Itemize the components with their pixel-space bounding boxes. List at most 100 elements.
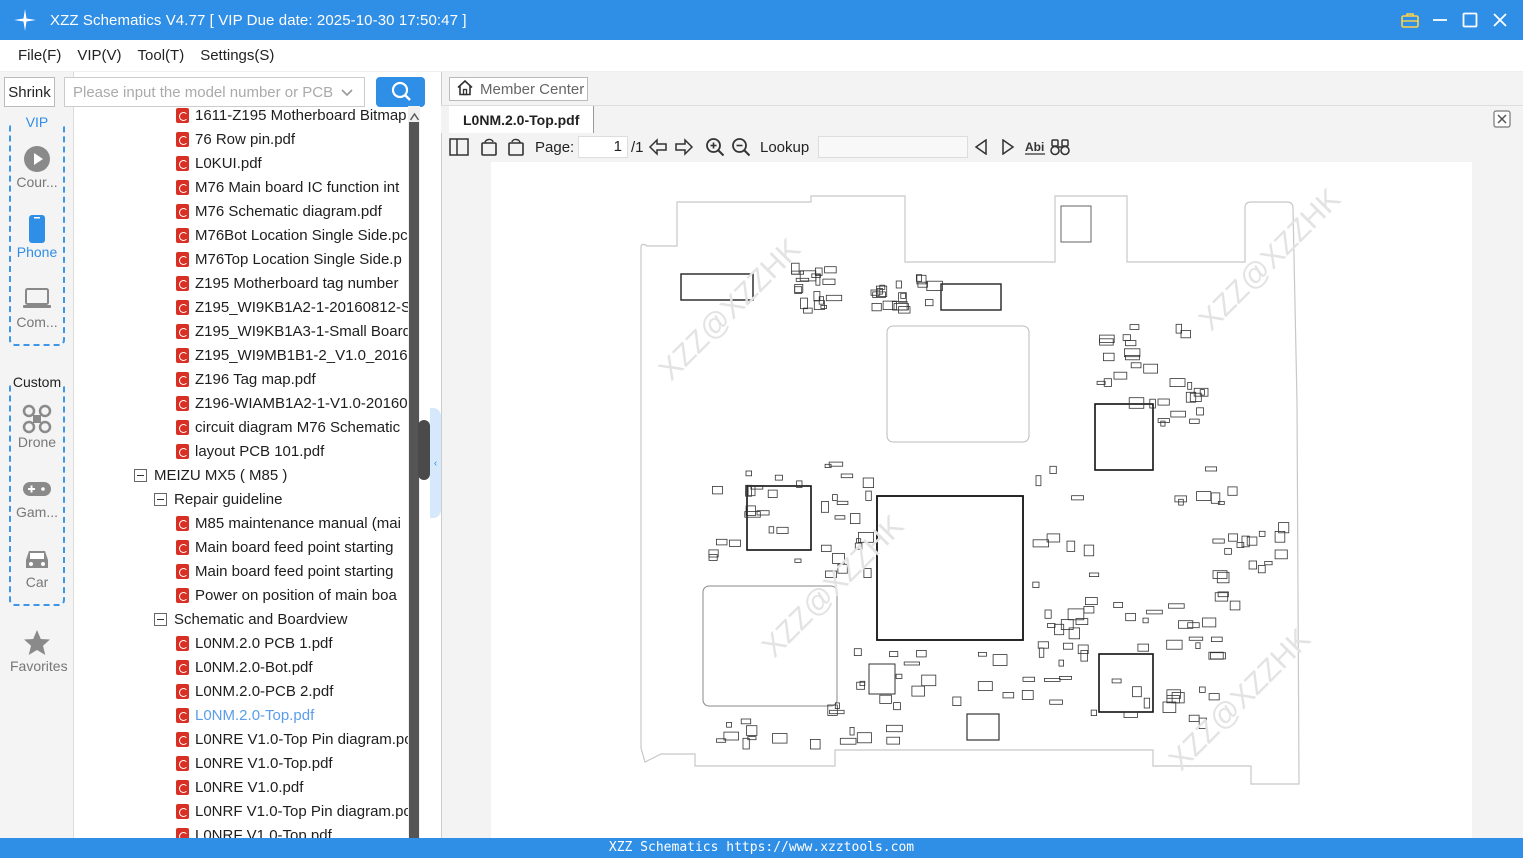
rail-item-game[interactable]: Gam... <box>11 474 63 520</box>
board-component <box>745 470 752 477</box>
board-component <box>1083 544 1095 557</box>
tree-file[interactable]: Z195_WI9KB1A3-1-Small Board <box>176 319 408 343</box>
collapse-toggle-icon[interactable] <box>154 612 167 626</box>
previous-page-icon[interactable] <box>648 137 668 157</box>
close-document-icon[interactable] <box>1493 110 1511 131</box>
tree-folder[interactable]: MEIZU MX5 ( M85 ) <box>134 463 287 487</box>
chevron-down-icon[interactable] <box>340 85 354 103</box>
board-component <box>977 651 987 657</box>
maximize-icon[interactable] <box>1461 11 1479 29</box>
tree-folder[interactable]: Repair guideline <box>154 487 282 511</box>
zoom-in-icon[interactable] <box>705 137 725 157</box>
collapse-pane-icon[interactable]: ‹ <box>430 408 441 518</box>
tree-file[interactable]: M76Bot Location Single Side.pc <box>176 223 408 247</box>
board-component <box>726 722 732 728</box>
find-next-icon[interactable] <box>998 137 1018 157</box>
tree-file[interactable]: Power on position of main boa <box>176 583 397 607</box>
collapse-toggle-icon[interactable] <box>134 468 147 482</box>
board-component <box>1021 690 1034 700</box>
find-previous-icon[interactable] <box>971 137 991 157</box>
tree-file[interactable]: M76Top Location Single Side.p <box>176 247 402 271</box>
rail-item-favorites[interactable]: Favorites <box>10 628 68 674</box>
menu-tool[interactable]: Tool(T) <box>138 47 185 64</box>
model-search-input[interactable]: Please input the model number or PCB <box>64 77 365 107</box>
board-component <box>1049 465 1057 474</box>
collapse-toggle-icon[interactable] <box>154 492 167 506</box>
rotate-right-icon[interactable] <box>506 137 526 157</box>
next-page-icon[interactable] <box>674 137 694 157</box>
board-component <box>1196 491 1212 502</box>
rail-item-computer[interactable]: Com... <box>11 284 63 330</box>
board-component <box>1187 622 1200 629</box>
tree-file[interactable]: L0NRF V1.0-Top.pdf <box>176 823 332 838</box>
page-number-input[interactable]: 1 <box>578 136 628 158</box>
splitter-handle[interactable] <box>418 420 430 480</box>
tree-file[interactable]: circuit diagram M76 Schematic <box>176 415 400 439</box>
tree-file[interactable]: M76 Schematic diagram.pdf <box>176 199 382 223</box>
tree-file[interactable]: L0NRE V1.0.pdf <box>176 775 303 799</box>
tree-file[interactable]: 1611-Z195 Motherboard Bitmap <box>176 106 407 127</box>
shrink-button[interactable]: Shrink <box>4 77 55 107</box>
scrollbar-thumb[interactable] <box>409 122 419 838</box>
tree-file[interactable]: L0NRE V1.0-Top.pdf <box>176 751 333 775</box>
minimize-icon[interactable] <box>1431 11 1449 29</box>
board-component <box>1195 642 1201 649</box>
tree-file[interactable]: Z195 Motherboard tag number <box>176 271 398 295</box>
tree-file[interactable]: Z195_WI9KB1A2-1-20160812-Sr <box>176 295 408 319</box>
tree-file[interactable]: L0NM.2.0-Top.pdf <box>176 703 314 727</box>
pdf-file-icon <box>176 515 189 531</box>
pdf-file-icon <box>176 683 189 699</box>
pdf-file-icon <box>176 395 189 411</box>
rail-item-phone[interactable]: Phone <box>11 214 63 260</box>
member-center-button[interactable]: Member Center <box>449 77 588 101</box>
tree-file[interactable]: L0NM.2.0-PCB 2.pdf <box>176 679 333 703</box>
board-component <box>1125 340 1137 347</box>
board-component <box>900 292 906 299</box>
tree-file[interactable]: layout PCB 101.pdf <box>176 439 324 463</box>
match-case-icon[interactable]: Abi <box>1024 137 1046 157</box>
tree-file[interactable]: Z196 Tag map.pdf <box>176 367 316 391</box>
rail-item-car[interactable]: Car <box>11 544 63 590</box>
tree-file[interactable]: Z195_WI9MB1B1-2_V1.0_201608 <box>176 343 408 367</box>
pdf-file-icon <box>176 251 189 267</box>
tree-file[interactable]: Z196-WIAMB1A2-1-V1.0-20160 <box>176 391 408 415</box>
tree-folder[interactable]: Schematic and Boardview <box>154 607 347 631</box>
board-component <box>1049 699 1063 705</box>
rotate-left-icon[interactable] <box>479 137 499 157</box>
tree-file[interactable]: Main board feed point starting <box>176 559 393 583</box>
rail-item-drone[interactable]: Drone <box>11 404 63 450</box>
vip-group: VIP Cour... Phone Com... <box>9 114 65 346</box>
board-component <box>1196 407 1204 416</box>
tree-file[interactable]: L0NM.2.0 PCB 1.pdf <box>176 631 333 655</box>
tree-file[interactable]: M85 maintenance manual (mai <box>176 511 401 535</box>
board-component <box>800 297 808 310</box>
custom-group-title: Custom <box>11 374 63 390</box>
tree-file[interactable]: L0KUI.pdf <box>176 151 262 175</box>
sidebar-toggle-icon[interactable] <box>449 137 469 157</box>
close-icon[interactable] <box>1491 11 1509 29</box>
lookup-input[interactable] <box>818 136 968 158</box>
zoom-out-icon[interactable] <box>731 137 751 157</box>
watermark-text: XZZ@XZZHK <box>653 232 807 386</box>
watermark-text: XZZ@XZZHK <box>1193 182 1347 336</box>
menu-file[interactable]: File(F) <box>18 47 61 64</box>
tree-file[interactable]: Main board feed point starting <box>176 535 393 559</box>
menu-vip[interactable]: VIP(V) <box>77 47 121 64</box>
tree-file[interactable]: L0NM.2.0-Bot.pdf <box>176 655 313 679</box>
search-button[interactable] <box>376 77 425 107</box>
document-tab[interactable]: L0NM.2.0-Top.pdf <box>449 106 595 133</box>
tree-file[interactable]: 76 Row pin.pdf <box>176 127 295 151</box>
menu-settings[interactable]: Settings(S) <box>200 47 274 64</box>
vip-bag-icon[interactable] <box>1401 11 1419 29</box>
tree-file[interactable]: L0NRF V1.0-Top Pin diagram.pc <box>176 799 408 823</box>
tree-row-label: M76 Main board IC function int <box>195 178 400 196</box>
pdf-canvas[interactable]: XZZ@XZZHK XZZ@XZZHK XZZ@XZZHK XZZ@XZZHK <box>491 162 1472 838</box>
board-component <box>1123 711 1138 718</box>
binoculars-icon[interactable] <box>1050 137 1070 157</box>
rail-item-label: Gam... <box>15 504 58 520</box>
tree-file[interactable]: M76 Main board IC function int <box>176 175 399 199</box>
rail-item-courses[interactable]: Cour... <box>11 144 63 190</box>
tree-file[interactable]: L0NRE V1.0-Top Pin diagram.pc <box>176 727 408 751</box>
board-component <box>1146 609 1163 615</box>
board-component <box>1180 329 1191 339</box>
